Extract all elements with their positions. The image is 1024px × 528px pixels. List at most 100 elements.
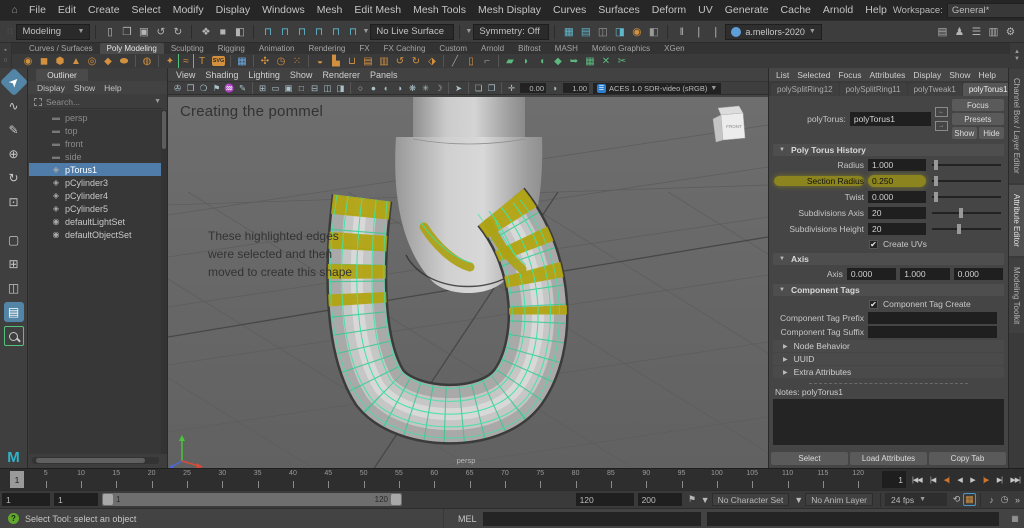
poly-cylinder-icon[interactable]: ⬢ bbox=[52, 54, 68, 68]
combine-icon[interactable]: ▙ bbox=[328, 54, 344, 68]
snap-to-curve-icon[interactable]: ⊓ bbox=[276, 23, 293, 40]
axis-z-field[interactable]: 0.000 bbox=[954, 268, 1003, 280]
next-node-icon[interactable]: → bbox=[935, 121, 948, 131]
ipr-render-icon[interactable]: ▤ bbox=[577, 23, 594, 40]
new-scene-icon[interactable]: ▯ bbox=[101, 23, 118, 40]
lasso-tool[interactable]: ∿ bbox=[4, 96, 24, 116]
move-tool[interactable]: ⊕ bbox=[4, 144, 24, 164]
poly-cube-icon[interactable]: ◼ bbox=[36, 54, 52, 68]
outliner-item[interactable]: ◈ pTorus1 bbox=[29, 163, 161, 176]
colorspace-selector[interactable]: ☰ ACES 1.0 SDR-video (sRGB) ▼ bbox=[593, 83, 721, 94]
symmetry-field[interactable]: Symmetry: Off bbox=[473, 24, 549, 40]
chevron-down-icon[interactable]: ▼ bbox=[465, 28, 472, 35]
sidebar-vertical-tab[interactable]: Channel Box / Layer Editor bbox=[1009, 69, 1024, 183]
outliner-menu-item[interactable]: Help bbox=[104, 83, 121, 93]
platonic-solid-icon[interactable]: ◍ bbox=[139, 54, 155, 68]
poly-disc-icon[interactable]: ⬬ bbox=[116, 54, 132, 68]
menubar-item[interactable]: Help bbox=[859, 0, 893, 20]
hypershade-icon[interactable]: ◉ bbox=[628, 23, 645, 40]
attribute-editor-menu-item[interactable]: Show bbox=[949, 70, 970, 80]
isolate-select-icon[interactable]: ➤ bbox=[452, 82, 465, 95]
type-tool-icon[interactable]: T bbox=[194, 54, 210, 68]
grease-pencil-icon[interactable]: ✎ bbox=[236, 82, 249, 95]
attribute-editor-footer-button[interactable]: Copy Tab bbox=[929, 452, 1006, 465]
collapsed-section[interactable]: ▶ Extra Attributes bbox=[773, 366, 1004, 378]
select-tool[interactable]: ➤ bbox=[0, 68, 28, 96]
shelf-tab[interactable]: Custom bbox=[432, 43, 474, 54]
attribute-editor-menu-item[interactable]: List bbox=[776, 70, 789, 80]
channel-box-toggle[interactable]: ⚙ bbox=[1002, 23, 1019, 40]
step-back-frame-button[interactable]: |◀ bbox=[930, 476, 935, 484]
play-backwards-button[interactable]: ◀ bbox=[957, 476, 961, 484]
menubar-item[interactable]: Surfaces bbox=[592, 0, 645, 20]
create-uvs-checkbox[interactable]: ✔ bbox=[869, 240, 878, 249]
offset-edge-loop-icon[interactable]: ⌐ bbox=[479, 54, 495, 68]
viewport-menu-item[interactable]: Panels bbox=[370, 70, 398, 80]
poly-cone-icon[interactable]: ▲ bbox=[68, 54, 84, 68]
attribute-editor-menu-item[interactable]: Selected bbox=[797, 70, 830, 80]
undo-icon[interactable]: ↺ bbox=[152, 23, 169, 40]
attribute-editor-footer-button[interactable]: Select bbox=[771, 452, 848, 465]
layout-four-pane-button[interactable]: ⊞ bbox=[4, 254, 24, 274]
evaluation-mode-icon[interactable]: ◷ bbox=[998, 493, 1011, 506]
step-evaluation-icon[interactable]: ❘ bbox=[690, 23, 707, 40]
safe-title-icon[interactable]: ◨ bbox=[334, 82, 347, 95]
user-account-menu[interactable]: a.mellors-2020 ▼ bbox=[725, 24, 821, 40]
menubar-item[interactable]: Mesh bbox=[311, 0, 349, 20]
menubar-item[interactable]: Create bbox=[82, 0, 126, 20]
freeze-transform-icon[interactable]: ◷ bbox=[273, 54, 289, 68]
bridge-icon[interactable]: ◖ bbox=[534, 54, 550, 68]
attribute-editor-menu-item[interactable]: Display bbox=[913, 70, 941, 80]
time-slider[interactable]: 1 51015202530354045505560657075808590951… bbox=[0, 468, 1024, 490]
attribute-node-tab[interactable]: polySplitRing11 bbox=[840, 83, 907, 96]
retopologize-icon[interactable]: ↻ bbox=[408, 54, 424, 68]
menubar-item[interactable]: File bbox=[23, 0, 52, 20]
presets-button[interactable]: Presets bbox=[952, 113, 1004, 125]
step-forward-frame-button[interactable]: ▶| bbox=[997, 476, 1002, 484]
menubar-item[interactable]: Mesh Tools bbox=[407, 0, 472, 20]
shelf-tab[interactable]: FX bbox=[352, 43, 376, 54]
attribute-editor-menu-item[interactable]: Focus bbox=[838, 70, 861, 80]
step-back-key-button[interactable]: ◀| bbox=[944, 476, 949, 484]
outliner-menu-item[interactable]: Display bbox=[37, 83, 65, 93]
axis-y-field[interactable]: 1.000 bbox=[900, 268, 949, 280]
outliner-tab[interactable]: Outliner bbox=[36, 69, 88, 81]
menubar-item[interactable]: Cache bbox=[775, 0, 817, 20]
chevron-down-icon[interactable]: ▼ bbox=[699, 493, 712, 506]
mute-audio-icon[interactable]: ♪ bbox=[985, 493, 998, 506]
smooth-shade-icon[interactable]: ● bbox=[367, 82, 380, 95]
attribute-node-tab[interactable]: polyTorus1 bbox=[963, 83, 1014, 96]
bevel-icon[interactable]: ◗ bbox=[518, 54, 534, 68]
attribute-editor-toggle[interactable]: ☰ bbox=[968, 23, 985, 40]
lock-camera-icon[interactable]: ❒ bbox=[184, 82, 197, 95]
outliner-item[interactable]: ◉ defaultLightSet bbox=[29, 215, 161, 228]
render-settings-icon[interactable]: ◨ bbox=[611, 23, 628, 40]
attribute-editor-menu-item[interactable]: Help bbox=[979, 70, 996, 80]
gamma-icon[interactable]: ◑ bbox=[548, 82, 561, 95]
mel-command-input[interactable] bbox=[483, 512, 701, 526]
viewport-menu-item[interactable]: Shading bbox=[205, 70, 238, 80]
shelf-options-icon[interactable]: ○ bbox=[3, 57, 7, 64]
viewport-3d-scene[interactable]: FRONT persp Creating the pommel These hi… bbox=[168, 97, 768, 468]
menubar-item[interactable]: Curves bbox=[547, 0, 592, 20]
snapshot-icon[interactable]: ◫ bbox=[594, 23, 611, 40]
attribute-node-tab[interactable]: polyTweak1 bbox=[908, 83, 962, 96]
collapsed-section[interactable]: ▶ Node Behavior bbox=[773, 340, 1004, 352]
select-camera-icon[interactable]: ✇ bbox=[171, 82, 184, 95]
playback-end-field[interactable]: 120 bbox=[576, 493, 634, 506]
edge-flow-icon[interactable]: ✂ bbox=[614, 54, 630, 68]
redo-icon[interactable]: ↻ bbox=[169, 23, 186, 40]
help-icon[interactable]: ? bbox=[8, 513, 19, 524]
snap-to-point-icon[interactable]: ⊓ bbox=[293, 23, 310, 40]
shelf-tab[interactable]: Arnold bbox=[474, 43, 511, 54]
component-tag-suffix-field[interactable] bbox=[868, 326, 997, 338]
range-slider[interactable]: 1 120 bbox=[102, 493, 402, 506]
shelf-tab[interactable]: FX Caching bbox=[377, 43, 433, 54]
workspace-selector[interactable]: General*▼ bbox=[947, 3, 1024, 18]
chevron-down-icon[interactable]: ▼ bbox=[792, 493, 805, 506]
shadows-icon[interactable]: ❋ bbox=[406, 82, 419, 95]
playback-start-field[interactable]: 1 bbox=[54, 493, 98, 506]
value-slider[interactable] bbox=[930, 159, 1003, 171]
render-view-icon[interactable]: ▦ bbox=[560, 23, 577, 40]
focus-button[interactable]: Focus bbox=[952, 99, 1004, 111]
